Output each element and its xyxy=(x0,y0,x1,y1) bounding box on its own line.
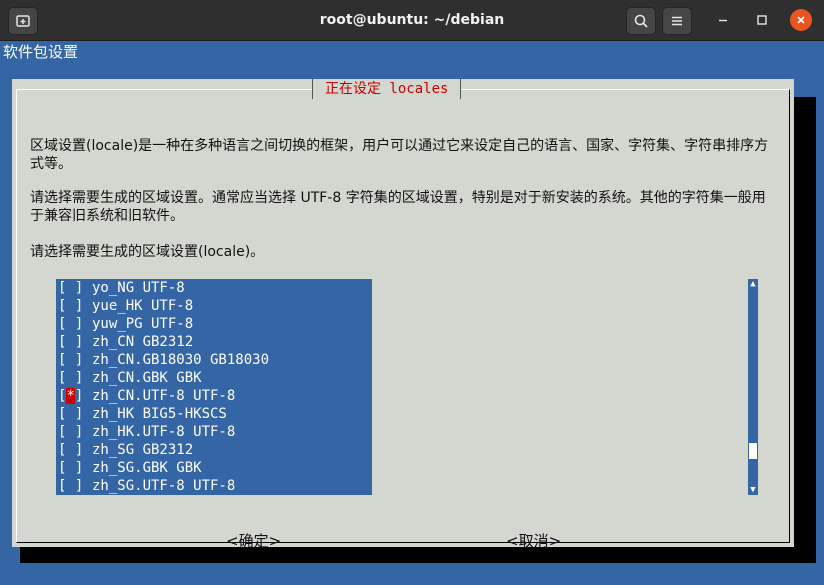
title-bar: root@ubuntu: ~/debian xyxy=(0,0,824,41)
locale-label: yo_NG UTF-8 xyxy=(92,280,185,296)
locale-list-item[interactable]: [ ] zh_CN.GBK GBK xyxy=(56,369,372,387)
maximize-button[interactable] xyxy=(751,9,773,31)
locale-checkbox[interactable]: [ ] xyxy=(58,423,92,441)
locale-label: zh_CN.GB18030 GB18030 xyxy=(92,352,270,368)
locale-checkbox[interactable]: [ ] xyxy=(58,279,92,297)
locale-checkbox[interactable]: [ ] xyxy=(58,405,92,423)
hamburger-menu-icon xyxy=(672,16,682,26)
dialog-message-prompt: 请选择需要生成的区域设置(locale)。 xyxy=(30,244,265,260)
scroll-up-icon[interactable]: ▲ xyxy=(748,279,758,289)
locale-label: zh_CN GB2312 xyxy=(92,334,194,350)
locale-label: zh_SG.UTF-8 UTF-8 xyxy=(92,478,236,494)
locale-checkbox[interactable]: [ ] xyxy=(58,297,92,315)
close-icon xyxy=(797,16,805,24)
locale-label: zh_HK.UTF-8 UTF-8 xyxy=(92,424,236,440)
locale-label: zh_SG GB2312 xyxy=(92,442,194,458)
backtitle: 软件包设置 xyxy=(3,43,79,61)
locale-checkbox[interactable]: [ ] xyxy=(58,315,92,333)
maximize-icon xyxy=(757,15,767,25)
dialog-message-advice: 请选择需要生成的区域设置。通常应当选择 UTF-8 字符集的区域设置，特别是对于… xyxy=(30,190,766,224)
locale-label: zh_HK BIG5-HKSCS xyxy=(92,406,227,422)
locale-list-item[interactable]: [*] zh_CN.UTF-8 UTF-8 xyxy=(56,387,372,405)
locale-list-item[interactable]: [ ] zh_SG.GBK GBK xyxy=(56,459,372,477)
menu-button[interactable] xyxy=(662,7,692,35)
locale-list-item[interactable]: [ ] yuw_PG UTF-8 xyxy=(56,315,372,333)
minimize-icon xyxy=(719,19,727,22)
dialog-message-intro: 区域设置(locale)是一种在多种语言之间切换的框架，用户可以通过它来设定自己… xyxy=(30,138,769,172)
terminal-area[interactable]: 软件包设置 正在设定 locales 区域设置(locale)是一种在多种语言之… xyxy=(0,41,824,585)
minimize-button[interactable] xyxy=(712,9,734,31)
locale-checkbox[interactable]: [ ] xyxy=(58,351,92,369)
locale-list-item[interactable]: [ ] zh_HK.UTF-8 UTF-8 xyxy=(56,423,372,441)
locale-list-item[interactable]: [ ] zh_SG.UTF-8 UTF-8 xyxy=(56,477,372,495)
locale-list-item[interactable]: [ ] zh_SG GB2312 xyxy=(56,441,372,459)
locale-list-item[interactable]: [ ] zh_HK BIG5-HKSCS xyxy=(56,405,372,423)
locale-list[interactable]: [ ] yo_NG UTF-8[ ] yue_HK UTF-8[ ] yuw_PG U… xyxy=(56,279,372,495)
close-button[interactable] xyxy=(790,9,812,31)
search-icon xyxy=(634,14,648,28)
locale-checkbox[interactable]: [ ] xyxy=(58,459,92,477)
locale-checkbox[interactable]: [*] xyxy=(58,387,92,405)
locale-label: yuw_PG UTF-8 xyxy=(92,316,194,332)
list-scrollbar[interactable]: ▲ ▼ xyxy=(748,279,758,495)
locale-list-item[interactable]: [ ] zh_CN.GB18030 GB18030 xyxy=(56,351,372,369)
locale-label: zh_CN.UTF-8 UTF-8 xyxy=(92,388,236,404)
locale-checkbox[interactable]: [ ] xyxy=(58,477,92,495)
locale-list-item[interactable]: [ ] zh_CN GB2312 xyxy=(56,333,372,351)
window-title: root@ubuntu: ~/debian xyxy=(319,12,505,28)
scroll-thumb[interactable] xyxy=(749,443,757,459)
ok-button[interactable]: <确定> xyxy=(226,531,281,551)
locale-checkbox[interactable]: [ ] xyxy=(58,369,92,387)
locale-checkbox[interactable]: [ ] xyxy=(58,441,92,459)
locale-label: zh_CN.GBK GBK xyxy=(92,370,202,386)
locale-label: zh_SG.GBK GBK xyxy=(92,460,202,476)
locale-dialog: 正在设定 locales 区域设置(locale)是一种在多种语言之间切换的框架… xyxy=(12,79,794,550)
locale-list-item[interactable]: [ ] yue_HK UTF-8 xyxy=(56,297,372,315)
locale-checkbox[interactable]: [ ] xyxy=(58,333,92,351)
locale-list-item[interactable]: [ ] yo_NG UTF-8 xyxy=(56,279,372,297)
cancel-button[interactable]: <取消> xyxy=(506,531,561,551)
scroll-down-icon[interactable]: ▼ xyxy=(748,485,758,495)
locale-label: yue_HK UTF-8 xyxy=(92,298,194,314)
search-button[interactable] xyxy=(626,7,656,35)
dialog-title: 正在设定 locales xyxy=(312,79,462,99)
